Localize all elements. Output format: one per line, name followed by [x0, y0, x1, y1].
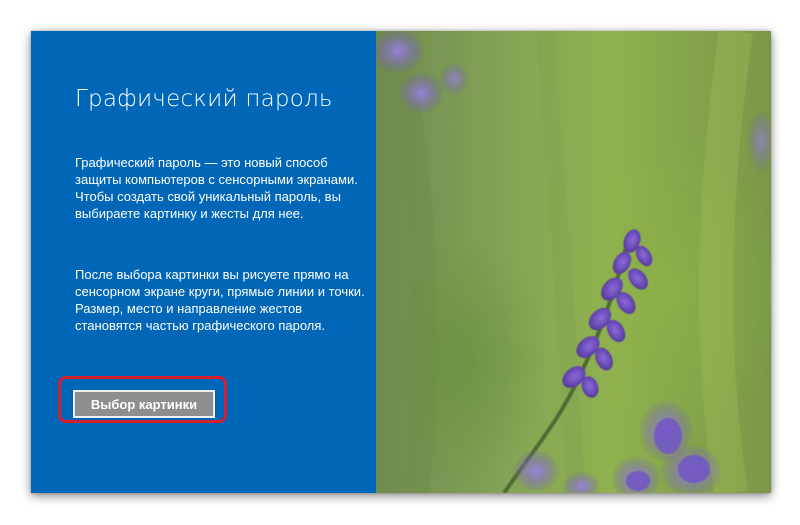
picture-password-dialog: Графический пароль Графический пароль — …: [31, 31, 771, 493]
page-title: Графический пароль: [75, 86, 333, 112]
info-panel: Графический пароль Графический пароль — …: [31, 31, 376, 493]
description-paragraph-2: После выбора картинки вы рисуете прямо н…: [75, 267, 365, 333]
lavender-flower-photo: [376, 31, 771, 493]
lavender-illustration: [376, 31, 771, 493]
description-paragraph-1: Графический пароль — это новый способ за…: [75, 155, 358, 221]
choose-picture-button[interactable]: Выбор картинки: [73, 390, 215, 418]
